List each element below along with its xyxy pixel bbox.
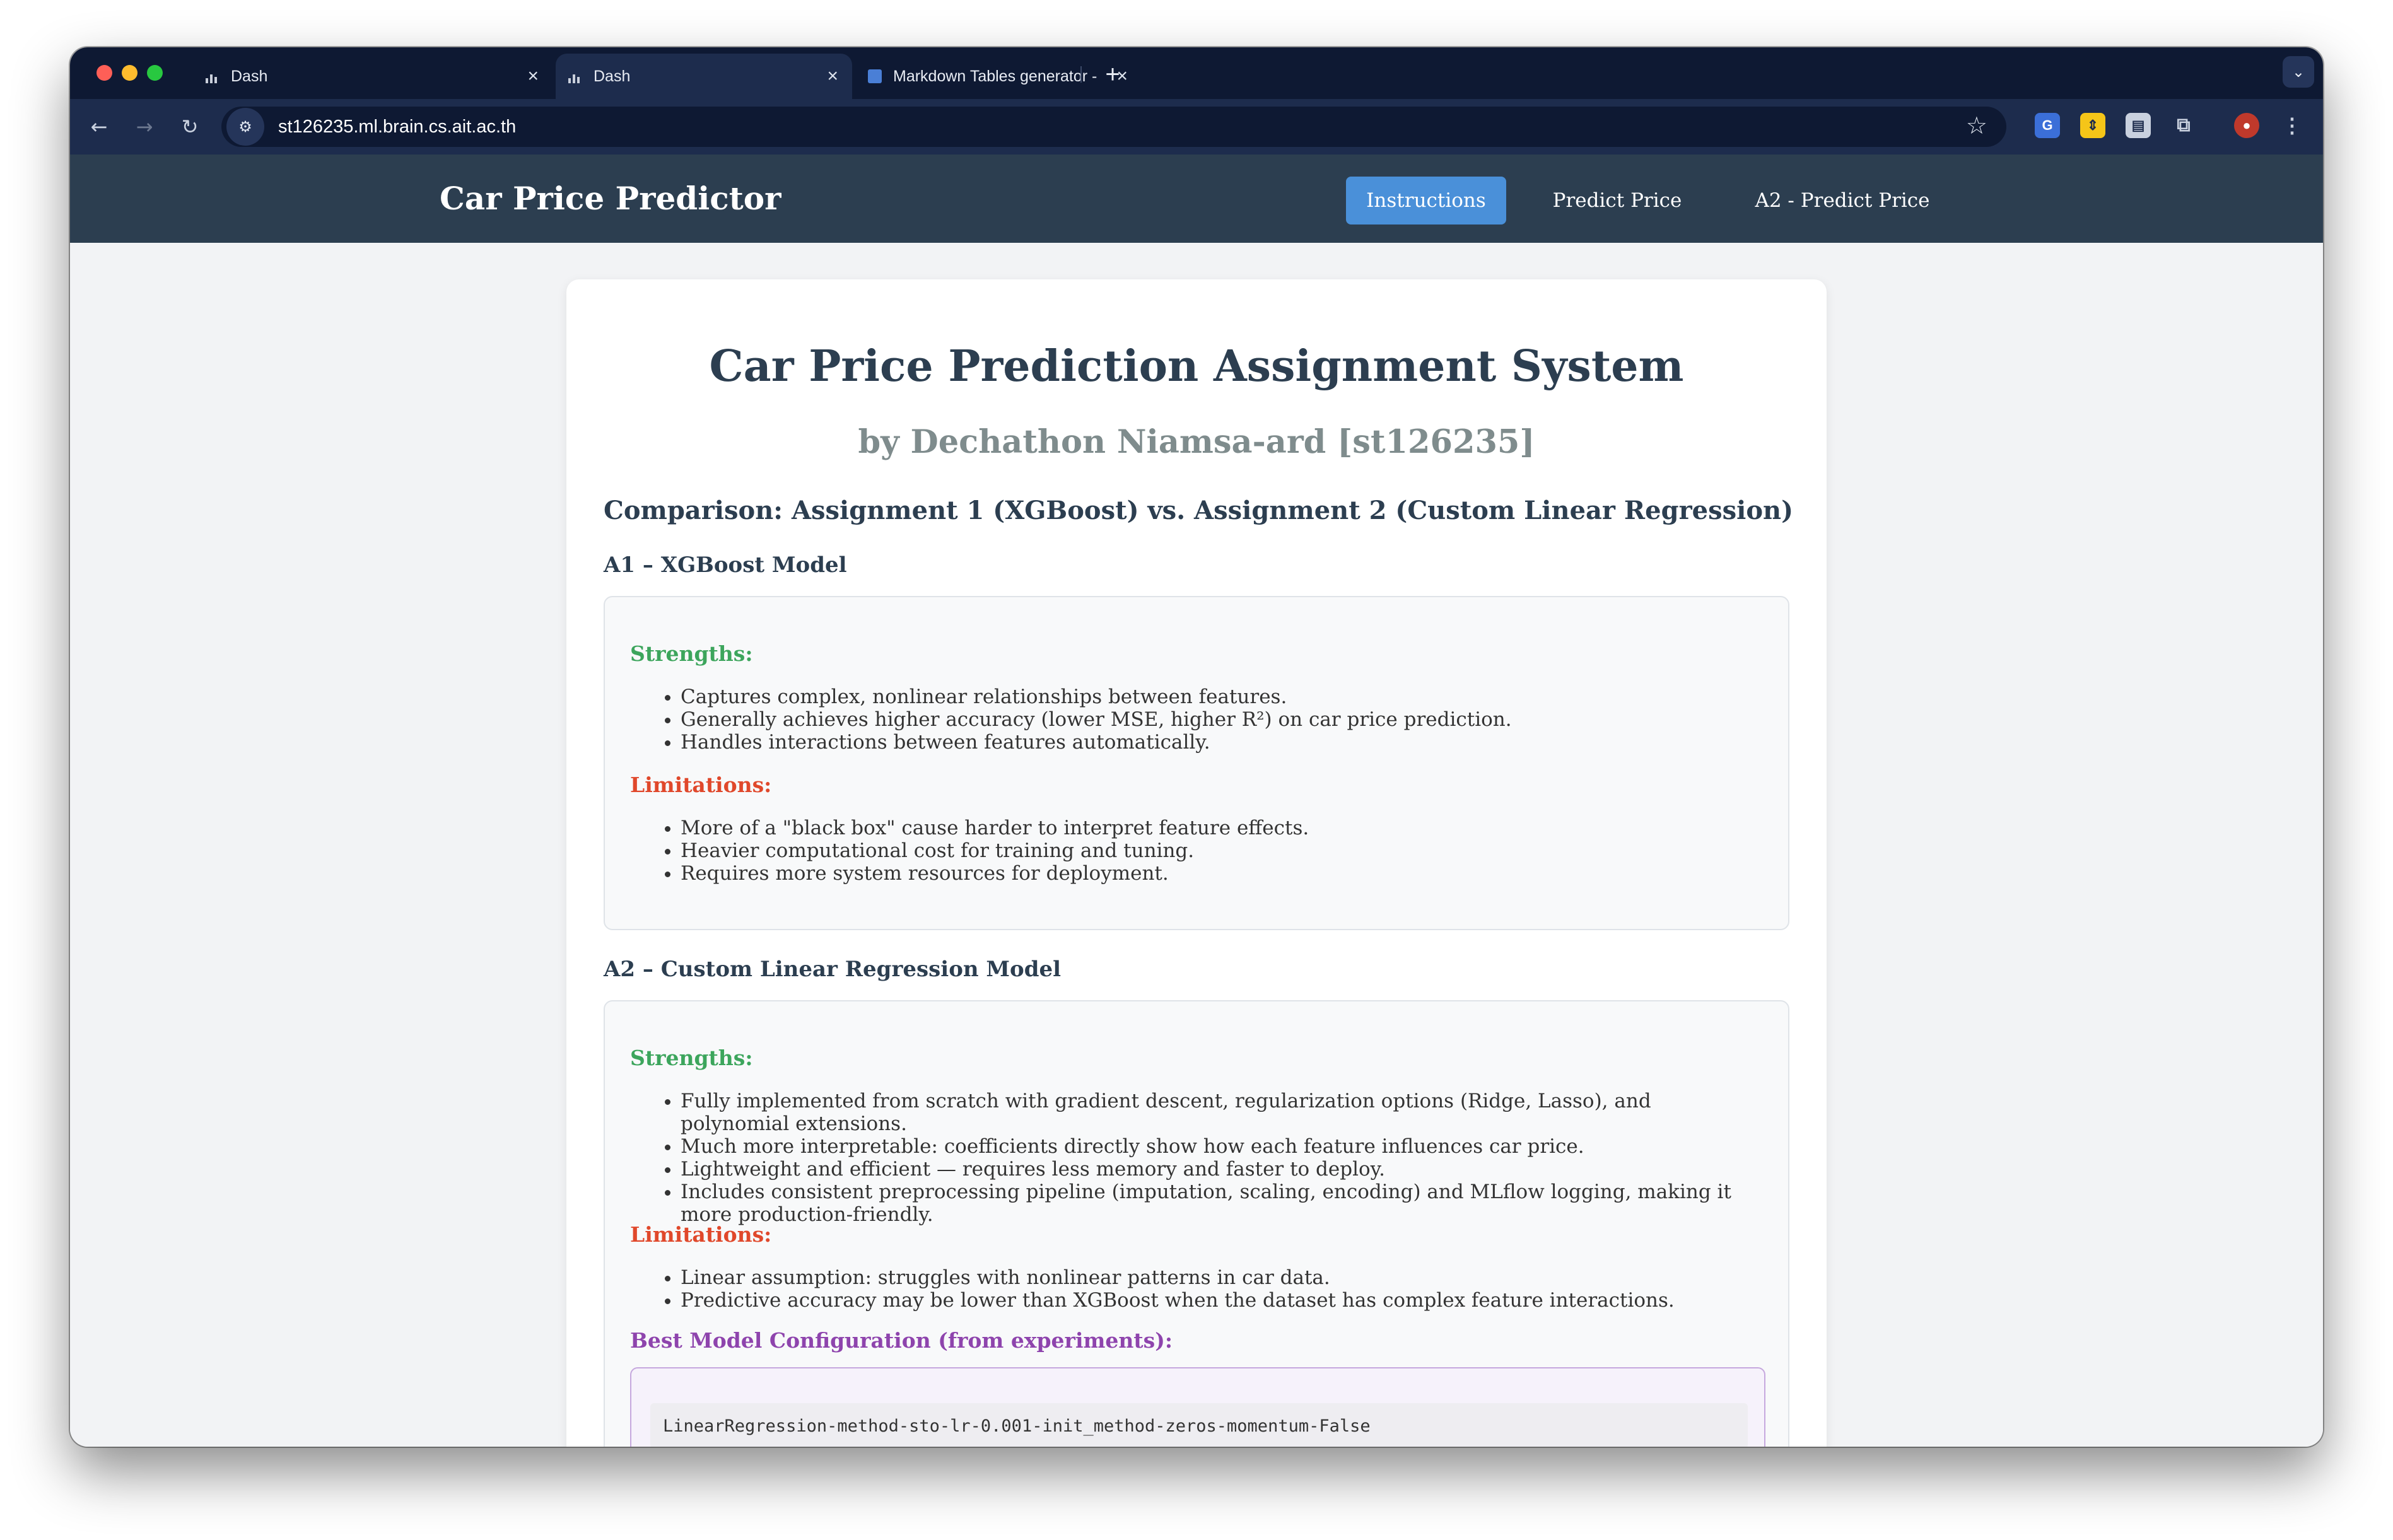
list-item: Captures complex, nonlinear relationship… (681, 685, 1740, 708)
bookmark-star-icon[interactable]: ☆ (1966, 112, 1987, 139)
list-item: More of a "black box" cause harder to in… (681, 817, 1740, 839)
address-bar[interactable]: ⚙ st126235.ml.brain.cs.ait.ac.th ☆ (221, 107, 2006, 147)
minimize-window-button[interactable] (122, 65, 137, 81)
dash-favicon-icon (206, 69, 219, 83)
close-tab-icon[interactable]: × (527, 66, 539, 87)
a1-details-box: Strengths: Captures complex, nonlinear r… (604, 596, 1789, 930)
nav-predict-price-link[interactable]: Predict Price (1535, 177, 1699, 225)
list-item: Lightweight and efficient — requires les… (681, 1158, 1740, 1181)
tab-dash-2[interactable]: Dash × (556, 54, 852, 99)
best-config-box: LinearRegression-method-sto-lr-0.001-ini… (630, 1367, 1765, 1447)
list-item: Requires more system resources for deplo… (681, 862, 1740, 885)
maximize-window-button[interactable] (147, 65, 163, 81)
app-navbar: Car Price Predictor Instructions Predict… (70, 155, 2323, 243)
forward-arrow-icon[interactable]: → (129, 112, 160, 142)
tab-strip: Dash × Dash × Markdown Tables generator … (70, 47, 2323, 99)
tab-dash-1[interactable]: Dash × (193, 54, 553, 99)
tab-title: Markdown Tables generator - (893, 67, 1097, 85)
a2-strengths-list: Fully implemented from scratch with grad… (630, 1090, 1740, 1226)
site-settings-icon[interactable]: ⚙ (226, 108, 264, 146)
translate-extension-icon[interactable]: G (2035, 113, 2060, 138)
puzzle-extensions-icon[interactable]: ⧉ (2171, 113, 2196, 138)
extension-icon[interactable]: ▤ (2126, 113, 2151, 138)
list-item: Handles interactions between features au… (681, 731, 1740, 754)
table-favicon-icon (868, 69, 882, 83)
best-config-code: LinearRegression-method-sto-lr-0.001-ini… (650, 1403, 1748, 1447)
comparison-heading: Comparison: Assignment 1 (XGBoost) vs. A… (604, 496, 1794, 525)
list-item: Predictive accuracy may be lower than XG… (681, 1289, 1740, 1312)
a1-limitations-label: Limitations: (630, 773, 772, 797)
close-window-button[interactable] (97, 65, 112, 81)
list-item: Generally achieves higher accuracy (lowe… (681, 708, 1740, 731)
kebab-menu-icon[interactable]: ⋮ (2279, 113, 2305, 138)
content-card: Car Price Prediction Assignment System b… (566, 279, 1827, 1447)
list-item: Much more interpretable: coefficients di… (681, 1135, 1740, 1158)
list-item: Fully implemented from scratch with grad… (681, 1090, 1740, 1135)
a2-details-box: Strengths: Fully implemented from scratc… (604, 1000, 1789, 1447)
a1-limitations-list: More of a "black box" cause harder to in… (630, 817, 1740, 885)
nav-a2-predict-price-link[interactable]: A2 - Predict Price (1735, 177, 1950, 225)
author-subtitle: by Dechathon Niamsa-ard [st126235] (858, 423, 1535, 461)
tab-divider (1080, 66, 1082, 83)
page-title: Car Price Prediction Assignment System (709, 341, 1684, 392)
tab-title: Dash (594, 67, 631, 85)
a1-strengths-list: Captures complex, nonlinear relationship… (630, 685, 1740, 754)
profile-avatar[interactable]: ● (2234, 113, 2259, 138)
a1-strengths-label: Strengths: (630, 641, 753, 666)
tab-search-chevron-icon[interactable]: ⌄ (2283, 56, 2314, 88)
brand-title[interactable]: Car Price Predictor (440, 180, 781, 217)
a2-strengths-label: Strengths: (630, 1046, 753, 1070)
list-item: Linear assumption: struggles with nonlin… (681, 1266, 1740, 1289)
page-viewport: Car Price Predictor Instructions Predict… (70, 155, 2323, 1447)
extension-icon[interactable]: ⇕ (2080, 113, 2105, 138)
back-arrow-icon[interactable]: ← (84, 112, 114, 142)
list-item: Heavier computational cost for training … (681, 839, 1740, 862)
reload-icon[interactable]: ↻ (175, 112, 205, 142)
a2-limitations-list: Linear assumption: struggles with nonlin… (630, 1266, 1740, 1312)
nav-instructions-link[interactable]: Instructions (1346, 177, 1506, 225)
browser-window: Dash × Dash × Markdown Tables generator … (70, 47, 2323, 1447)
close-tab-icon[interactable]: × (827, 66, 838, 87)
tab-title: Dash (231, 67, 268, 85)
new-tab-button[interactable]: + (1097, 59, 1128, 90)
a2-limitations-label: Limitations: (630, 1222, 772, 1247)
dash-favicon-icon (568, 69, 582, 83)
browser-toolbar: ← → ↻ ⚙ st126235.ml.brain.cs.ait.ac.th ☆… (70, 99, 2323, 155)
a1-heading: A1 – XGBoost Model (604, 552, 847, 578)
a2-heading: A2 – Custom Linear Regression Model (604, 957, 1062, 982)
best-config-label: Best Model Configuration (from experimen… (630, 1328, 1173, 1353)
list-item: Includes consistent preprocessing pipeli… (681, 1181, 1740, 1226)
url-text: st126235.ml.brain.cs.ait.ac.th (278, 116, 517, 137)
